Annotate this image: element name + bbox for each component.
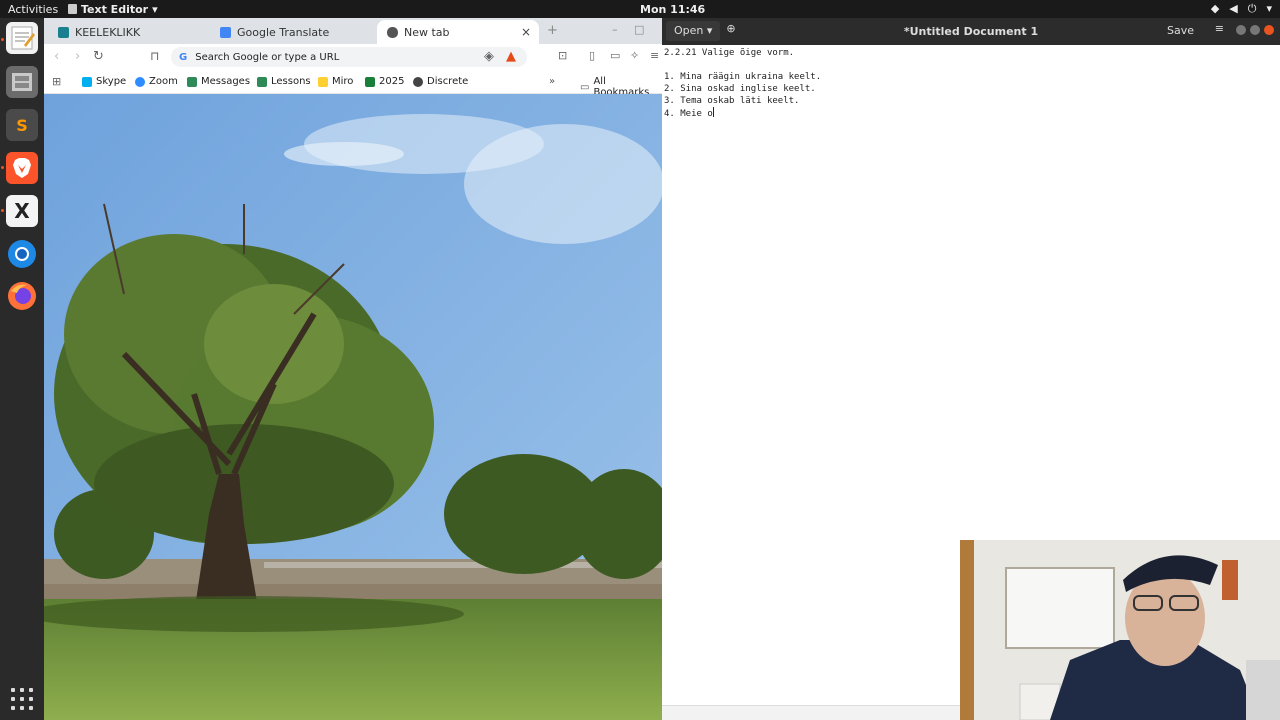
zoom-icon [135,76,145,87]
keeleklikk-favicon-icon [58,26,69,38]
bookmark-messages[interactable]: Messages [187,76,250,87]
wallet-icon[interactable]: ▭ [610,49,620,62]
messages-icon [187,76,197,87]
apps-icon[interactable]: ⊞ [52,75,61,88]
forward-icon[interactable]: › [75,49,80,64]
lessons-icon [257,76,267,87]
volume-icon: ◀ [1229,2,1238,15]
browser-window: KEELEKLIKK Google Translate New tab × + … [44,18,662,720]
editor-line: 2. Sina oskad inglise keelt. [664,84,816,94]
close-tab-icon[interactable]: × [521,25,531,39]
tab-strip: KEELEKLIKK Google Translate New tab × + … [44,18,662,44]
brave-rewards-icon[interactable]: ▲ [506,49,516,64]
bookmark-icon[interactable]: ⊓ [150,49,159,63]
navigation-bar: ‹ › ↻ ⊓ G Search Google or type a URL ◈ … [44,44,662,70]
bookmark-lessons[interactable]: Lessons [257,76,311,87]
activities-button[interactable]: Activities [0,3,60,16]
tab-label: KEELEKLIKK [75,25,141,39]
editor-header-bar: Open ▾ ⊕ *Untitled Document 1 Save ≡ [662,18,1280,45]
close-icon[interactable] [1264,25,1274,35]
back-icon[interactable]: ‹ [54,49,59,64]
bookmark-discrete[interactable]: Discrete [413,76,468,87]
editor-line: 1. Mina räägin ukraina keelt. [664,72,822,82]
sheets-icon [365,76,375,87]
google-translate-favicon-icon [220,26,231,38]
xournal-icon[interactable]: X [6,195,38,227]
running-indicator [1,209,4,212]
bookmark-skype[interactable]: Skype [82,76,126,87]
clock[interactable]: Mon 11:46 [640,3,705,16]
omnibox-placeholder: Search Google or type a URL [195,51,340,63]
minimize-icon[interactable]: – [612,23,618,36]
folder-icon: ▭ [580,81,590,93]
bookmark-zoom[interactable]: Zoom [135,76,178,87]
bookmark-label: Miro [332,76,354,87]
bookmark-label: Zoom [149,76,178,87]
hamburger-menu-icon[interactable]: ≡ [1215,22,1224,35]
app-menu[interactable]: Text Editor ▾ [68,3,158,16]
skype-icon [82,76,92,87]
sidebar-icon[interactable]: ▯ [589,49,595,62]
tab-google-translate[interactable]: Google Translate [210,20,374,44]
bookmark-label: Messages [201,76,251,87]
text-editor-icon[interactable] [6,22,38,54]
save-button[interactable]: Save [1159,21,1202,41]
power-icon: ⏻ [1247,2,1257,15]
system-top-bar: Activities Text Editor ▾ Mon 11:46 ◆ ◀ ⏻… [0,0,1280,18]
bookmark-label: Discrete [427,76,469,87]
app-menu-icon [68,4,77,14]
webcam-overlay [960,540,1280,720]
omnibox[interactable]: G Search Google or type a URL [171,47,527,67]
dock: S X [0,18,44,720]
menu-icon[interactable]: ≡ [650,49,659,62]
bookmark-label: 2025 [379,76,405,87]
maximize-icon[interactable]: □ [634,23,644,36]
bookmark-2025[interactable]: 2025 [365,76,404,87]
bookmarks-bar: ⊞ Skype Zoom Messages Lessons Miro 2025 … [44,70,662,98]
reload-icon[interactable]: ↻ [93,49,104,64]
chevron-down-icon: ▾ [1266,2,1272,15]
firefox-icon[interactable] [6,280,38,312]
chromium-icon[interactable] [6,238,38,270]
maximize-icon[interactable] [1250,25,1260,35]
screenshot-icon[interactable]: ⊡ [558,49,567,62]
running-indicator [1,166,4,169]
text-cursor [712,107,714,117]
editor-line: 2.2.21 Valige õige vorm. [664,48,795,58]
new-tab-icon[interactable]: + [547,23,558,38]
app-menu-label: Text Editor [81,2,149,16]
tab-label: New tab [404,25,450,39]
file-cabinet-icon[interactable] [6,66,38,98]
brave-shield-icon[interactable]: ◈ [484,49,494,64]
tab-keeleklikk[interactable]: KEELEKLIKK [48,20,208,44]
brave-browser-icon[interactable] [6,152,38,184]
chevron-down-icon: ▾ [152,2,158,16]
miro-icon [318,76,328,87]
leo-ai-icon[interactable]: ✧ [630,49,639,62]
editor-line: 3. Tema oskab läti keelt. [664,96,800,106]
tab-new-tab[interactable]: New tab × [377,20,539,44]
more-bookmarks-icon[interactable]: » [549,76,555,87]
editor-line: 4. Meie o [664,107,714,119]
system-tray[interactable]: ◆ ◀ ⏻ ▾ [1211,2,1272,16]
show-applications-icon[interactable] [11,688,33,710]
bookmark-label: Lessons [271,76,311,87]
tab-label: Google Translate [237,25,330,39]
bookmark-label: Skype [96,76,127,87]
network-icon: ◆ [1210,2,1220,15]
running-indicator [1,38,4,41]
new-tab-background-image [44,94,662,720]
shield-favicon-icon [387,26,398,38]
minimize-icon[interactable] [1236,25,1246,35]
bookmark-miro[interactable]: Miro [318,76,353,87]
google-icon: G [179,51,188,63]
sublime-text-icon[interactable]: S [6,109,38,141]
discrete-icon [413,76,423,87]
